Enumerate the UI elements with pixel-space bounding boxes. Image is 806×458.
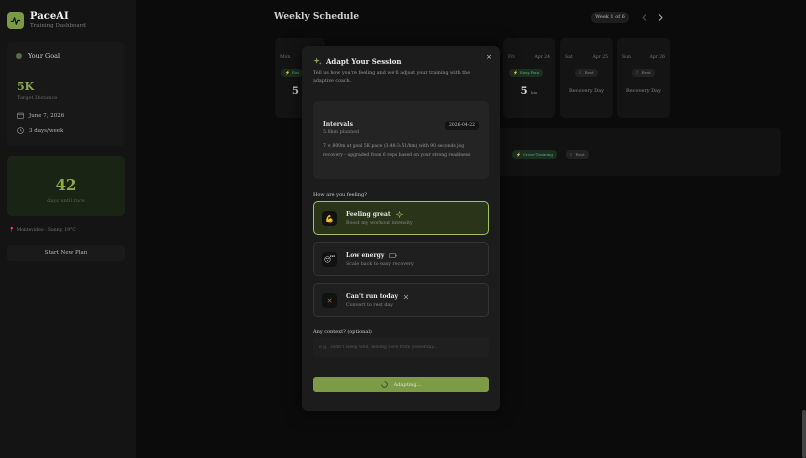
rest-pill: ☾ Rest — [566, 150, 589, 159]
brand-name: PaceAI — [30, 11, 69, 22]
workout-planned: 5.8km planned — [323, 130, 360, 135]
workout-date-badge: 2026-04-22 — [445, 121, 479, 130]
day-distance: 5 km — [520, 86, 538, 97]
prev-week-button[interactable] — [638, 12, 650, 23]
rest-pill: ☾ Rest — [632, 69, 655, 77]
countdown-card: 42 days until race — [7, 156, 125, 216]
chevron-right-icon — [658, 14, 663, 21]
goal-frequency-row: 3 days/week — [17, 127, 63, 134]
option-subtitle: Boost my workout intensity — [346, 221, 413, 226]
next-week-button[interactable] — [654, 12, 666, 23]
day-date: Apr 24 — [534, 55, 550, 60]
week-badge: Week 1 of 6 — [591, 12, 629, 23]
modal-description: Tell us how you're feeling and we'll adj… — [313, 71, 471, 84]
workout-pill: ⚡ Eas — [281, 69, 304, 77]
battery-low-icon — [389, 253, 397, 258]
day-name: Fri — [508, 55, 515, 60]
day-card-fri[interactable]: Fri Apr 24 ⚡ Easy Run 5 km — [503, 38, 555, 118]
day-name: Mon — [280, 55, 291, 60]
goal-date-row: June 7, 2026 — [17, 112, 64, 119]
start-new-plan-button[interactable]: Start New Plan — [7, 245, 125, 261]
workout-pill: ⚡ Easy Run — [509, 69, 544, 77]
goal-heading: Your Goal — [16, 52, 60, 60]
brand-subtitle: Training Dashboard — [30, 23, 86, 29]
context-label: Any context? (optional) — [313, 329, 372, 335]
workout-description: 7 × 800m at goal 5K pace (3:48-3:51/km) … — [323, 144, 471, 158]
option-low-energy[interactable]: 😴 Low energy Scale back to easy recovery — [313, 242, 489, 276]
feeling-label: How are you feeling? — [313, 192, 367, 198]
option-title: Feeling great — [346, 211, 391, 218]
context-input[interactable] — [313, 337, 489, 357]
cross-mark-icon: ✕ — [322, 293, 337, 308]
adapt-session-modal: Adapt Your Session × Tell us how you're … — [302, 46, 500, 411]
rest-pill: ☾ Rest — [575, 69, 598, 77]
sidebar: PaceAI Training Dashboard Your Goal 5K T… — [0, 0, 136, 458]
close-button[interactable]: × — [486, 53, 492, 61]
page-title: Weekly Schedule — [274, 12, 360, 22]
option-subtitle: Convert to rest day — [346, 303, 393, 308]
option-subtitle: Scale back to easy recovery — [346, 262, 414, 267]
moon-icon: ☾ — [636, 70, 640, 75]
weather-info: 📍 Montevideo · Sunny, 19°C — [9, 228, 76, 233]
activity-pulse-icon — [7, 12, 24, 29]
day-card-sun[interactable]: Sun Apr 26 ☾ Rest Recovery Day — [617, 38, 670, 118]
option-feeling-great[interactable]: 💪 Feeling great Boost my workout intensi… — [313, 201, 489, 235]
countdown-value: 42 — [55, 176, 77, 194]
option-title: Low energy — [346, 252, 385, 259]
tired-face-icon: 😴 — [322, 252, 337, 267]
location-pin-icon: 📍 — [9, 228, 15, 233]
modal-title: Adapt Your Session — [313, 57, 402, 66]
option-cant-run[interactable]: ✕ Can't run today Convert to rest day — [313, 283, 489, 317]
bike-icon: ⚡ — [516, 151, 521, 157]
x-icon — [403, 294, 409, 299]
running-icon: ⚡ — [285, 70, 290, 75]
moon-icon: ☾ — [579, 70, 583, 75]
workout-title: Intervals — [323, 121, 353, 128]
day-name: Sat — [565, 55, 573, 60]
day-date: Apr 25 — [592, 55, 608, 60]
day-name: Sun — [622, 55, 631, 60]
clock-icon — [17, 127, 24, 134]
sparkles-icon — [313, 57, 322, 65]
calendar-icon — [17, 112, 24, 119]
brand: PaceAI Training Dashboard — [7, 11, 86, 30]
scrollbar[interactable] — [802, 410, 806, 458]
day-card-sat[interactable]: Sat Apr 25 ☾ Rest Recovery Day — [560, 38, 613, 118]
option-title: Can't run today — [346, 293, 399, 300]
countdown-label: days until race — [47, 198, 85, 204]
day-date: Apr 26 — [649, 55, 665, 60]
chevron-left-icon — [641, 14, 646, 21]
training-breakdown-panel: ⚡ Cross-Training ☾ Rest — [478, 128, 781, 176]
spinner-icon — [380, 381, 388, 388]
recovery-label: Recovery Day — [569, 88, 604, 94]
goal-card: Your Goal 5K Target Distance June 7, 202… — [7, 42, 125, 146]
sparkle-icon — [395, 211, 403, 218]
goal-distance-label: Target Distance — [17, 95, 58, 101]
cross-training-pill: ⚡ Cross-Training — [512, 150, 557, 159]
target-dot-icon — [16, 53, 22, 59]
moon-icon: ☾ — [570, 151, 574, 157]
recovery-label: Recovery Day — [626, 88, 661, 94]
running-icon: ⚡ — [513, 70, 518, 75]
goal-distance: 5K — [17, 80, 35, 93]
flexed-biceps-icon: 💪 — [322, 211, 337, 226]
adapt-submit-button[interactable]: Adapting... — [313, 377, 489, 392]
workout-card: Intervals 2026-04-22 5.8km planned 7 × 8… — [313, 101, 489, 179]
